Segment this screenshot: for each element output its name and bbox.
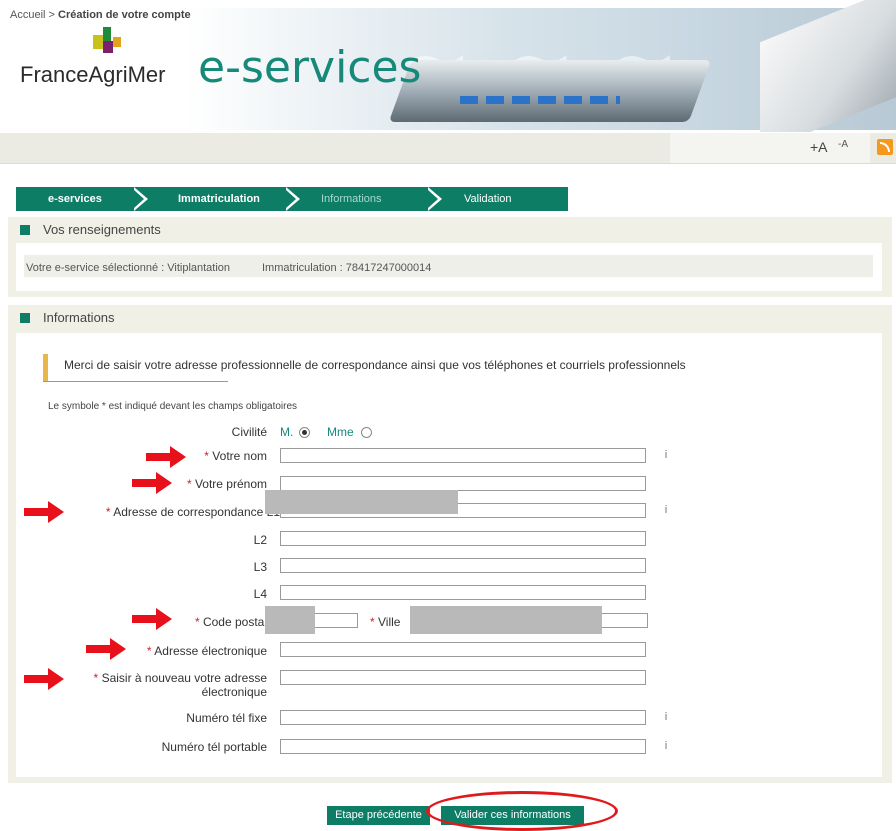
email-confirm-label: * Saisir à nouveau votre adresse électron… [93,671,267,699]
step-e-services: e-services [48,193,102,205]
annotation-highlight-oval [426,791,618,831]
tel-fixe-label: Numéro tél fixe [186,711,267,725]
adresse-l2-label: L2 [253,533,267,547]
email-input[interactable] [280,642,646,657]
info-icon[interactable]: i [660,740,672,752]
info-icon[interactable]: i [660,504,672,516]
breadcrumb-separator: > [45,9,59,21]
message-accent-bar [43,354,48,382]
civilite-m-label: M. [280,425,294,439]
instruction-message: Merci de saisir votre adresse profession… [64,358,686,372]
laptop-keys-illustration [460,96,620,104]
nom-input[interactable] [280,448,646,463]
civilite-label: Civilité [231,425,267,439]
section-square-icon [20,225,30,235]
annotation-arrow-icon [24,501,64,523]
redacted-block [410,606,602,634]
adresse-l3-label: L3 [253,560,267,574]
nom-label: * Votre nom [204,449,267,463]
redacted-block [265,606,315,634]
renseignements-header: Vos renseignements [8,217,892,243]
site-title-text: e-services [198,42,422,93]
brand-name: FranceAgriMer [20,62,166,87]
step-immatriculation: Immatriculation [178,193,260,205]
decrease-font-button[interactable]: -A [838,139,848,150]
redacted-block [265,490,458,514]
franceagrimer-logo-icon [93,27,123,57]
breadcrumb-home-link[interactable]: Accueil [10,9,45,21]
renseignements-panel: Vos renseignements Votre e-service sélec… [8,217,892,297]
increase-font-button[interactable]: +A [810,139,828,155]
tel-fixe-input[interactable] [280,710,646,725]
info-icon[interactable]: i [660,711,672,723]
previous-step-button[interactable]: Etape précédente [327,806,430,825]
required-note: Le symbole * est indiqué devant les cham… [48,401,298,412]
site-title: e-services [198,42,421,93]
selected-eservice: Votre e-service sélectionné : Vitiplanta… [26,262,231,274]
laptop-illustration [388,60,712,122]
section-square-icon [20,313,30,323]
civilite-m-radio[interactable] [299,427,310,438]
informations-header: Informations [8,305,892,331]
info-icon[interactable]: i [660,449,672,461]
prenom-input[interactable] [280,476,646,491]
code-postal-label: * Code postal [194,615,267,629]
progress-steps: e-services Immatriculation Informations … [16,187,568,211]
immatriculation-number: Immatriculation : 78417247000014 [262,262,432,274]
annotation-arrow-icon [24,668,64,690]
breadcrumb: Accueil > Création de votre compte [10,9,191,21]
adresse-l1-label: * Adresse de correspondance L1 [105,505,280,519]
message-underline [43,381,228,382]
tel-portable-label: Numéro tél portable [161,740,267,754]
civilite-mme-radio[interactable] [361,427,372,438]
civilite-mme-label: Mme [327,425,354,439]
adresse-l4-label: L4 [253,587,267,601]
ville-label: * Ville [370,615,401,629]
rss-icon[interactable] [877,139,893,155]
adresse-l4-input[interactable] [280,585,646,600]
email-confirm-input[interactable] [280,670,646,685]
adresse-l2-input[interactable] [280,531,646,546]
informations-title: Informations [43,310,115,325]
step-validation: Validation [464,193,512,205]
step-informations: Informations [321,193,382,205]
adresse-l3-input[interactable] [280,558,646,573]
renseignements-title: Vos renseignements [43,222,161,237]
email-label: * Adresse électronique [146,644,267,658]
tel-portable-input[interactable] [280,739,646,754]
breadcrumb-current: Création de votre compte [58,9,191,21]
prenom-label: * Votre prénom [186,477,267,491]
